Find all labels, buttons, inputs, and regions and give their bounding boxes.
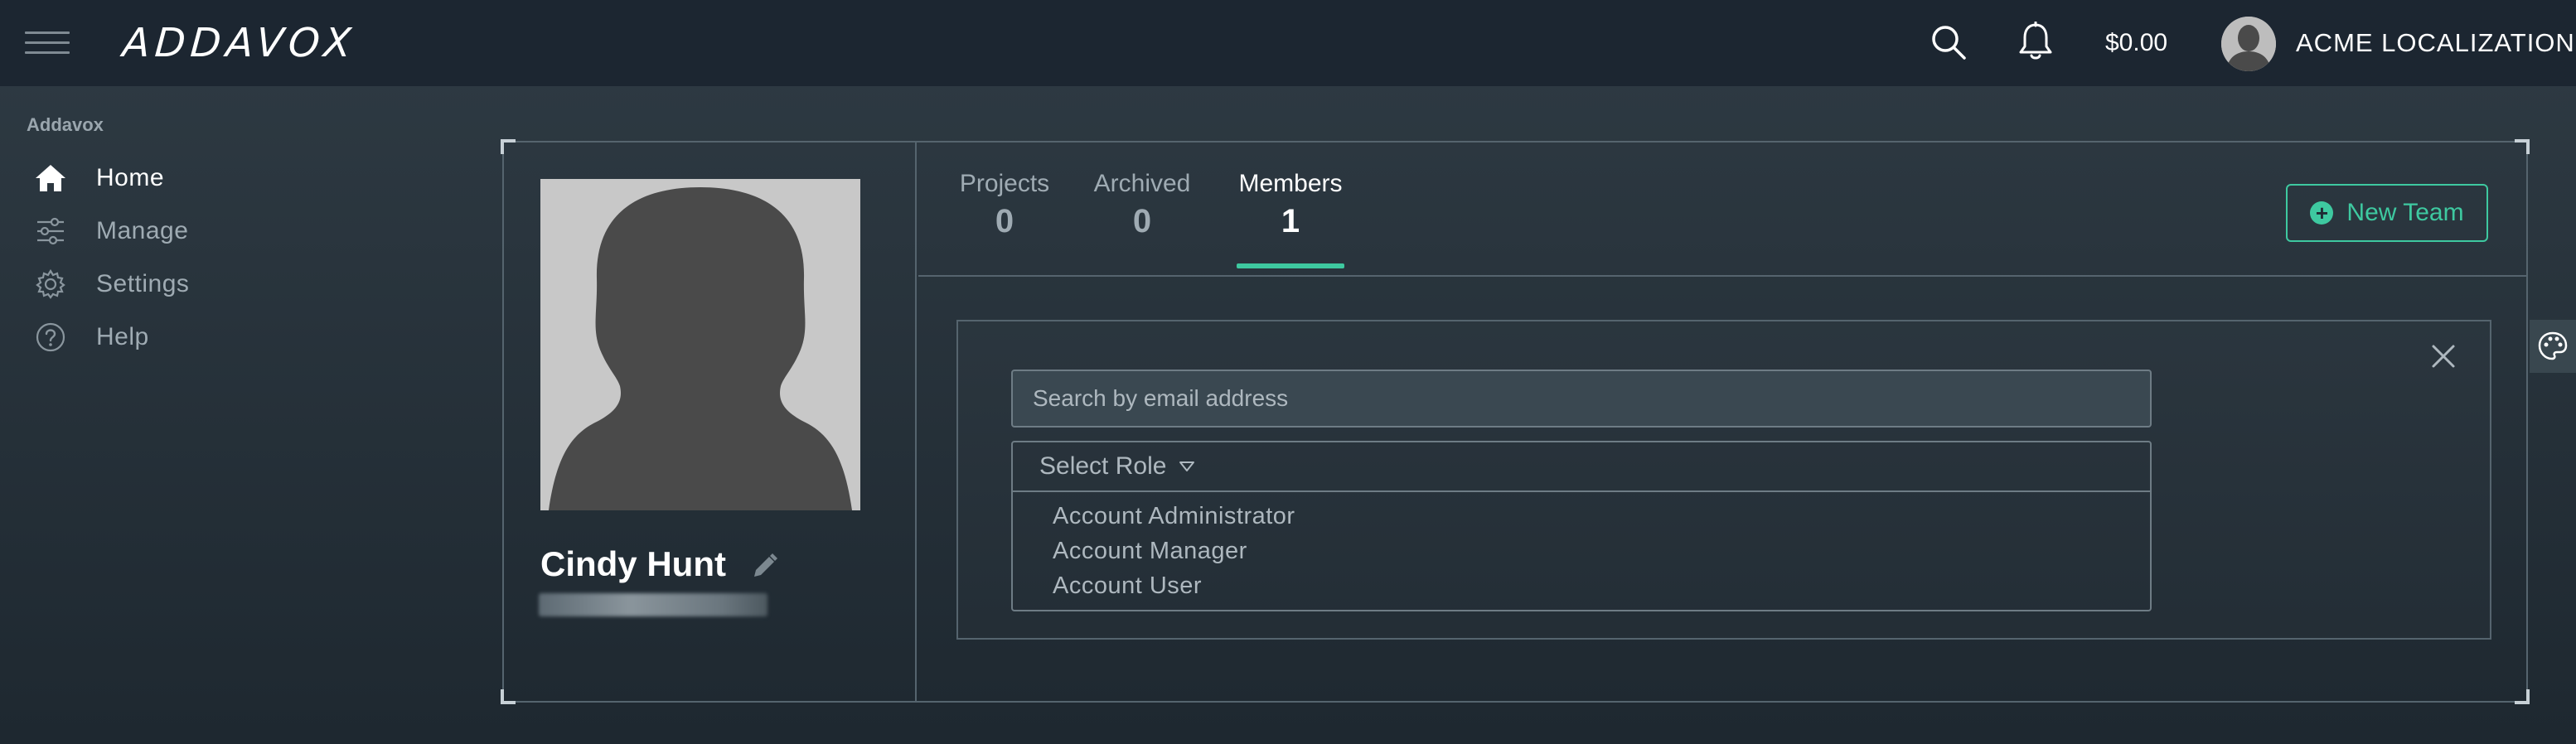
tab-label: Members: [1238, 170, 1343, 197]
profile-photo[interactable]: [540, 179, 860, 510]
sliders-icon: [33, 214, 68, 249]
account-name[interactable]: ACME LOCALIZATION: [2296, 27, 2575, 60]
active-tab-indicator: [1237, 263, 1344, 268]
search-icon[interactable]: [1930, 23, 1968, 61]
role-option[interactable]: Account Administrator: [1013, 499, 2150, 534]
profile-column: Cindy Hunt: [504, 143, 917, 701]
top-bar: ADDAVOX $0.00 ACME LOCALIZATION: [0, 0, 2576, 86]
role-option[interactable]: Account User: [1013, 568, 2150, 603]
sidebar-item-label: Manage: [96, 217, 189, 244]
sidebar-item-home[interactable]: Home: [33, 157, 164, 199]
sidebar-item-label: Help: [96, 323, 149, 350]
sidebar-item-settings[interactable]: Settings: [33, 263, 189, 305]
app-logo[interactable]: ADDAVOX: [121, 18, 358, 68]
corner-mark: [2515, 689, 2530, 704]
tab-count: 0: [995, 203, 1014, 239]
profile-name: Cindy Hunt: [540, 544, 726, 583]
sidebar: Addavox Home Manage Settings Help: [0, 86, 464, 744]
role-select[interactable]: Select Role Account Administrator Accoun…: [1011, 441, 2152, 611]
plus-circle-icon: +: [2310, 201, 2334, 225]
triangle-down-icon: [1178, 457, 1196, 476]
palette-icon[interactable]: [2530, 320, 2576, 373]
sidebar-item-manage[interactable]: Manage: [33, 210, 188, 252]
account-balance[interactable]: $0.00: [2105, 27, 2167, 60]
sidebar-item-label: Settings: [96, 270, 190, 297]
sidebar-item-help[interactable]: Help: [33, 316, 149, 358]
home-icon: [33, 161, 68, 196]
profile-panel: Cindy Hunt Projects 0 Archived 0 Members…: [501, 139, 2530, 704]
email-search-input[interactable]: [1011, 370, 2152, 428]
avatar[interactable]: [2221, 17, 2276, 71]
role-select-placeholder: Select Role: [1039, 452, 1167, 480]
role-select-header[interactable]: Select Role: [1013, 442, 2150, 492]
tab-label: Projects: [959, 170, 1050, 197]
role-options-list: Account Administrator Account Manager Ac…: [1013, 492, 2150, 603]
new-team-label: New Team: [2346, 199, 2464, 226]
close-icon[interactable]: [2427, 340, 2460, 373]
sidebar-heading: Addavox: [27, 114, 104, 135]
pencil-icon[interactable]: [749, 552, 779, 582]
role-option[interactable]: Account Manager: [1013, 534, 2150, 568]
redacted-email: [539, 593, 767, 616]
bell-icon[interactable]: [2017, 21, 2054, 63]
tab-count: 0: [1132, 203, 1152, 239]
tab-members[interactable]: Members 1: [1237, 167, 1344, 268]
add-member-form: Select Role Account Administrator Accoun…: [956, 320, 2491, 640]
menu-icon[interactable]: [25, 31, 70, 55]
gear-icon: [33, 267, 68, 302]
tab-label: Archived: [1093, 170, 1191, 197]
help-icon: [33, 320, 68, 355]
sidebar-item-label: Home: [96, 164, 165, 191]
tabs-bar: Projects 0 Archived 0 Members 1 + New Te…: [918, 143, 2526, 277]
tab-projects[interactable]: Projects 0: [958, 167, 1051, 242]
tab-count: 1: [1281, 203, 1300, 239]
tab-archived[interactable]: Archived 0: [1091, 167, 1194, 242]
new-team-button[interactable]: + New Team: [2286, 184, 2488, 242]
